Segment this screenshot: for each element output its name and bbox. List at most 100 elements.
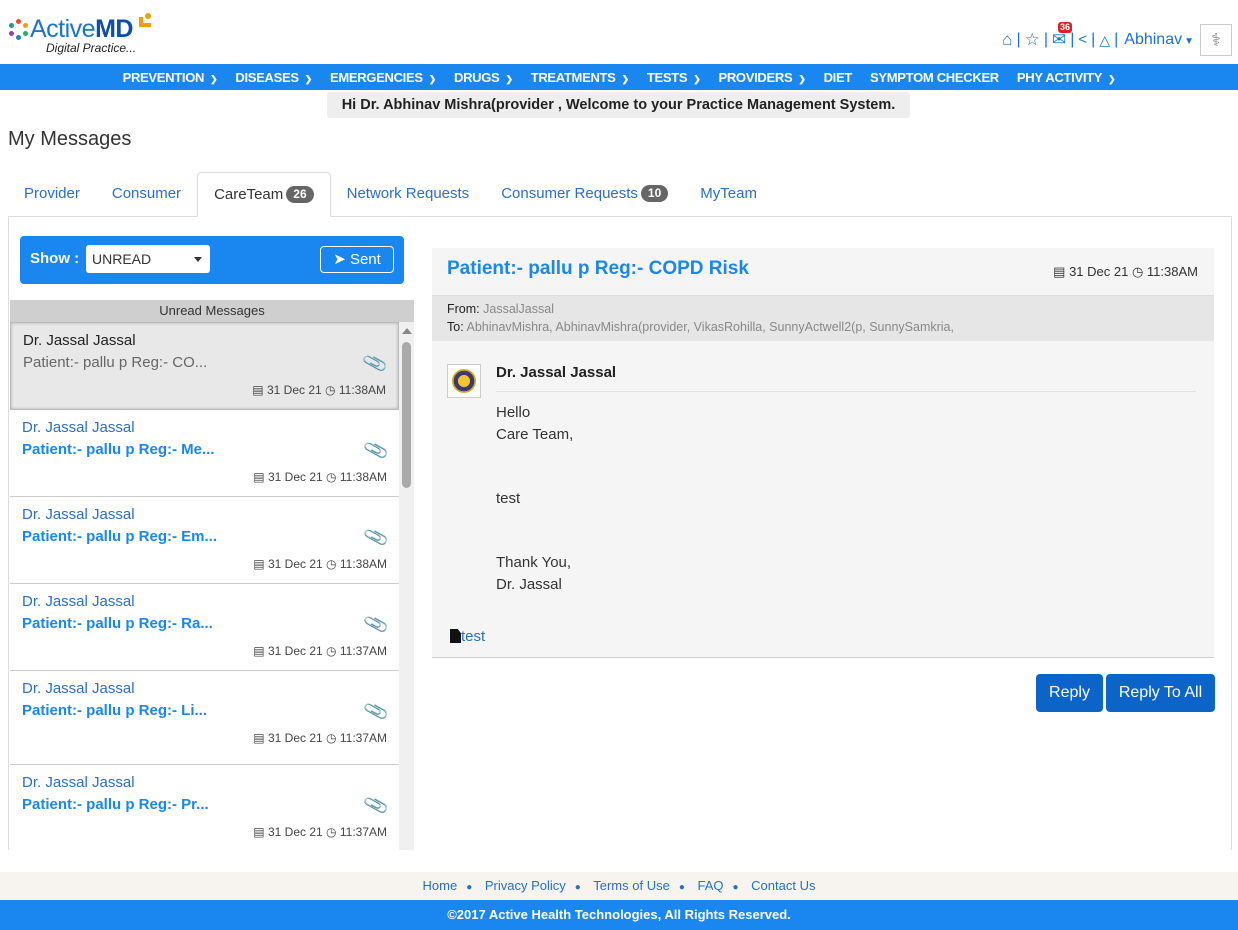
- tab-provider[interactable]: Provider: [8, 172, 96, 217]
- list-item[interactable]: Dr. Jassal Jassal Patient:- pallu p Reg:…: [10, 765, 399, 850]
- message-subject: Patient:- pallu p Reg:- CO...: [23, 354, 208, 371]
- reply-all-button[interactable]: Reply To All: [1106, 674, 1215, 712]
- tab-consumer[interactable]: Consumer: [96, 172, 197, 217]
- show-filter-select[interactable]: UNREAD: [86, 245, 210, 273]
- message-detail: Patient:- pallu p Reg:- COPD Risk ▤ 31 D…: [432, 248, 1214, 658]
- logo-dots-icon: [8, 19, 30, 41]
- nav-diseases[interactable]: DISEASES ❯: [235, 70, 312, 85]
- sender-seal-icon: [452, 369, 476, 393]
- chevron-down-icon: ❯: [798, 73, 806, 84]
- show-label: Show :: [30, 250, 80, 267]
- list-item[interactable]: Dr. Jassal Jassal Patient:- pallu p Reg:…: [10, 671, 399, 765]
- calendar-icon: ▤: [253, 557, 265, 571]
- scroll-up-arrow-icon[interactable]: [402, 328, 412, 334]
- logo-brand: ActiveMD: [30, 15, 133, 43]
- chevron-down-icon: ❯: [505, 73, 513, 84]
- calendar-icon: ▤: [253, 731, 265, 745]
- paperclip-icon: 📎: [361, 523, 390, 551]
- calendar-icon: ▤: [252, 383, 264, 397]
- list-item[interactable]: Dr. Jassal Jassal Patient:- pallu p Reg:…: [10, 584, 399, 671]
- star-icon[interactable]: ☆: [1025, 30, 1040, 50]
- body-line: Thank You,: [496, 554, 572, 571]
- message-tabs: Provider Consumer CareTeam 26 Network Req…: [8, 172, 773, 217]
- message-sender: Dr. Jassal Jassal: [22, 506, 135, 523]
- nav-treatments[interactable]: TREATMENTS ❯: [531, 70, 629, 85]
- footer-link-contact[interactable]: Contact Us: [751, 878, 815, 893]
- message-title: Patient:- pallu p Reg:- COPD Risk: [447, 258, 749, 279]
- caduceus-icon[interactable]: ⚕: [1200, 24, 1232, 56]
- list-header: Unread Messages: [10, 300, 414, 322]
- paperclip-icon: 📎: [361, 436, 390, 464]
- nav-phy-activity[interactable]: PHY ACTIVITY ❯: [1017, 70, 1116, 85]
- mail-icon[interactable]: ✉ 36: [1052, 22, 1073, 50]
- message-subject: Patient:- pallu p Reg:- Em...: [22, 528, 218, 545]
- footer-link-faq[interactable]: FAQ: [697, 878, 723, 893]
- message-timestamp: ▤ 31 Dec 21 ◷ 11:38AM: [253, 557, 387, 571]
- chevron-down-icon: ❯: [428, 73, 437, 84]
- footer-link-home[interactable]: Home: [423, 878, 458, 893]
- attachment-link[interactable]: test: [450, 628, 485, 645]
- user-menu[interactable]: Abhinav ▼: [1124, 31, 1194, 49]
- message-timestamp: ▤ 31 Dec 21 ◷ 11:37AM: [253, 731, 387, 745]
- chevron-down-icon: ❯: [210, 73, 218, 84]
- message-sender: Dr. Jassal Jassal: [22, 774, 135, 791]
- chevron-down-icon: ❯: [693, 73, 701, 84]
- calendar-icon: ▤: [253, 470, 265, 484]
- nav-emergencies[interactable]: EMERGENCIES ❯: [330, 70, 436, 85]
- clock-icon: ◷: [326, 731, 337, 745]
- tab-careteam[interactable]: CareTeam 26: [197, 172, 331, 217]
- clock-icon: ◷: [326, 644, 337, 658]
- clock-icon: ◷: [1131, 264, 1144, 279]
- message-sender: Dr. Jassal Jassal: [22, 593, 135, 610]
- body-line: Care Team,: [496, 426, 574, 443]
- clock-icon: ◷: [325, 383, 336, 397]
- divider: [496, 391, 1196, 392]
- main-nav: PREVENTION ❯ DISEASES ❯ EMERGENCIES ❯ DRUGS…: [0, 64, 1238, 90]
- to-row: To: AbhinavMishra, AbhinavMishra(provide…: [447, 320, 954, 334]
- nav-prevention[interactable]: PREVENTION ❯: [123, 70, 218, 85]
- home-icon[interactable]: ⌂: [1002, 30, 1012, 50]
- nav-drugs[interactable]: DRUGS ❯: [454, 70, 513, 85]
- message-timestamp: ▤ 31 Dec 21 ◷ 11:37AM: [253, 644, 387, 658]
- careteam-count-badge: 26: [286, 186, 314, 203]
- nav-providers[interactable]: PROVIDERS ❯: [718, 70, 805, 85]
- tab-network-requests[interactable]: Network Requests: [331, 172, 486, 217]
- list-item[interactable]: Dr. Jassal Jassal Patient:- pallu p Reg:…: [10, 497, 399, 584]
- nav-symptom-checker[interactable]: SYMPTOM CHECKER: [870, 70, 999, 85]
- logo-spark-icon: [139, 13, 153, 27]
- message-subject: Patient:- pallu p Reg:- Pr...: [22, 796, 209, 813]
- body-line: test: [496, 490, 521, 507]
- caret-down-icon: ▼: [1184, 36, 1194, 47]
- calendar-icon: ▤: [253, 825, 265, 839]
- nav-tests[interactable]: TESTS ❯: [647, 70, 701, 85]
- mail-count-badge: 36: [1058, 22, 1073, 33]
- paperclip-icon: 📎: [361, 697, 390, 725]
- sent-button[interactable]: ➤ Sent: [320, 246, 394, 273]
- message-timestamp: ▤ 31 Dec 21 ◷ 11:38AM: [253, 470, 387, 484]
- message-subject: Patient:- pallu p Reg:- Ra...: [22, 615, 213, 632]
- footer-link-terms[interactable]: Terms of Use: [593, 878, 670, 893]
- scrollbar-thumb[interactable]: [402, 342, 411, 488]
- calendar-icon: ▤: [1053, 264, 1066, 279]
- share-icon[interactable]: <: [1078, 30, 1087, 50]
- message-subject: Patient:- pallu p Reg:- Li...: [22, 702, 207, 719]
- message-sender: Dr. Jassal Jassal: [23, 332, 136, 349]
- footer-links: Home ● Privacy Policy ● Terms of Use ● FAQ ●…: [0, 872, 1238, 900]
- tab-consumer-requests[interactable]: Consumer Requests 10: [485, 172, 684, 217]
- reply-button[interactable]: Reply: [1036, 674, 1103, 712]
- message-meta: From: JassalJassal To: AbhinavMishra, Ab…: [432, 295, 1214, 341]
- message-sender: Dr. Jassal Jassal: [22, 419, 135, 436]
- calendar-icon: ▤: [253, 644, 265, 658]
- nav-diet[interactable]: DIET: [824, 70, 853, 85]
- list-item[interactable]: Dr. Jassal Jassal Patient:- pallu p Reg:…: [10, 410, 399, 497]
- footer-link-privacy[interactable]: Privacy Policy: [485, 878, 566, 893]
- tab-myteam[interactable]: MyTeam: [684, 172, 773, 217]
- message-timestamp: ▤ 31 Dec 21 ◷ 11:38AM: [252, 383, 386, 397]
- header: ActiveMD Digital Practice... ⌂ | ☆ | ✉ 36…: [0, 0, 1238, 64]
- list-item[interactable]: Dr. Jassal Jassal Patient:- pallu p Reg:…: [10, 322, 399, 410]
- body-line: Dr. Jassal: [496, 576, 562, 593]
- bell-icon[interactable]: △: [1099, 30, 1110, 50]
- logo[interactable]: ActiveMD Digital Practice...: [8, 13, 151, 55]
- logo-tagline: Digital Practice...: [46, 41, 137, 55]
- file-icon: [450, 629, 461, 643]
